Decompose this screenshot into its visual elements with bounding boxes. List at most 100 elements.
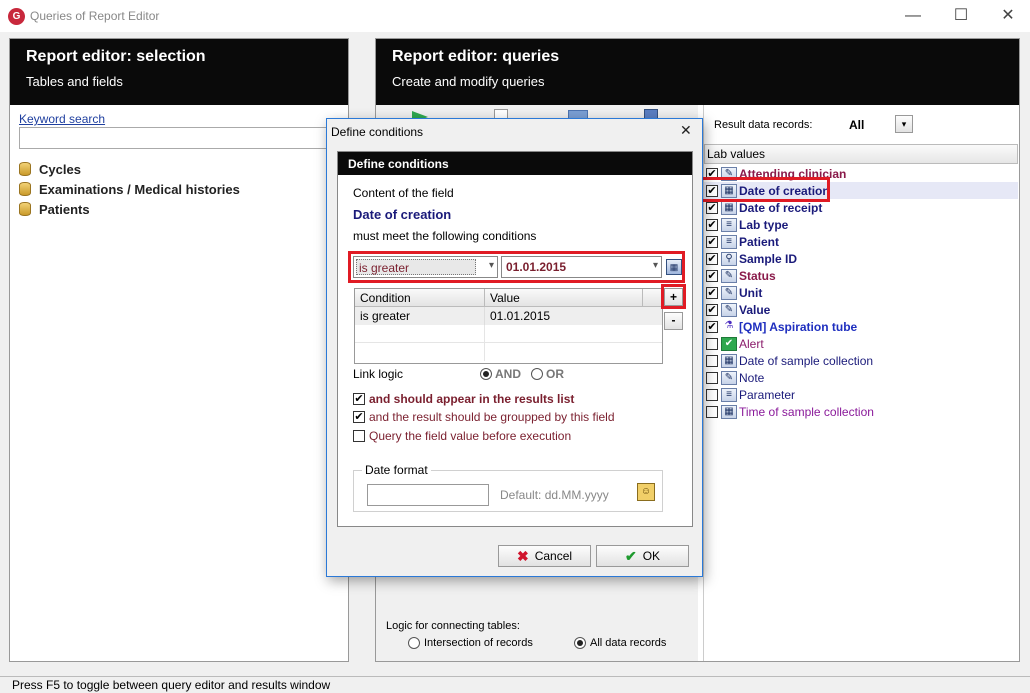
condition-grid: Condition Value is greater 01.01.2015 bbox=[354, 288, 663, 364]
dialog-content: Define conditions Content of the field D… bbox=[337, 151, 693, 527]
field-label: Date of sample collection bbox=[739, 353, 874, 368]
field-name: Date of creation bbox=[353, 207, 452, 222]
value-text: 01.01.2015 bbox=[506, 260, 567, 274]
field-row[interactable]: ▦ Date of sample collection bbox=[704, 352, 1018, 369]
field-row[interactable]: ▦ Time of sample collection bbox=[704, 403, 1018, 420]
operator-value: is greater bbox=[356, 259, 476, 275]
date-format-group: Date format Default: dd.MM.yyyy ☺ bbox=[353, 463, 663, 512]
field-checkbox[interactable] bbox=[706, 354, 718, 367]
maximize-icon[interactable]: ☐ bbox=[941, 5, 981, 27]
field-row[interactable]: ✔ ✎ Status bbox=[704, 267, 1018, 284]
format-picker-icon[interactable]: ☺ bbox=[637, 483, 655, 501]
remove-condition-button[interactable]: - bbox=[664, 312, 683, 330]
grouped-checkbox[interactable]: ✔ bbox=[353, 411, 365, 423]
tree-item-patients[interactable]: Patients bbox=[19, 199, 339, 219]
keyword-search-label[interactable]: Keyword search bbox=[19, 112, 105, 126]
tree-item-examinations[interactable]: Examinations / Medical histories bbox=[19, 179, 339, 199]
field-checkbox[interactable] bbox=[706, 337, 718, 350]
link-and-option[interactable]: AND bbox=[480, 367, 521, 381]
dialog-close-icon[interactable]: ✕ bbox=[680, 122, 692, 139]
field-checkbox[interactable]: ✔ bbox=[706, 252, 718, 265]
logic-connecting-label: Logic for connecting tables: bbox=[386, 620, 520, 632]
ok-check-icon: ✔ bbox=[624, 547, 637, 564]
grid-row[interactable]: is greater 01.01.2015 bbox=[355, 307, 662, 325]
field-checkbox[interactable]: ✔ bbox=[706, 218, 718, 231]
result-records-dropdown[interactable]: ▾ bbox=[895, 115, 913, 133]
date-format-input[interactable] bbox=[367, 484, 489, 506]
option-grouped[interactable]: ✔ and the result should be groupped by t… bbox=[353, 408, 615, 426]
field-checkbox[interactable]: ✔ bbox=[706, 269, 718, 282]
field-checkbox[interactable]: ✔ bbox=[706, 201, 718, 214]
field-checkbox[interactable] bbox=[706, 388, 718, 401]
field-label: Patient bbox=[739, 234, 780, 249]
minimize-icon[interactable]: — bbox=[893, 5, 933, 27]
field-checkbox[interactable]: ✔ bbox=[706, 303, 718, 316]
field-label: Date of receipt bbox=[739, 200, 823, 215]
database-icon bbox=[19, 182, 31, 196]
field-row[interactable]: ✎ Note bbox=[704, 369, 1018, 386]
field-checkbox[interactable] bbox=[706, 405, 718, 418]
grid-empty-row bbox=[355, 343, 662, 361]
must-meet-label: must meet the following conditions bbox=[353, 229, 537, 243]
queries-panel-title: Report editor: queries bbox=[392, 48, 560, 65]
field-row[interactable]: ✔ ⚗ [QM] Aspiration tube bbox=[704, 318, 1018, 335]
field-checkbox[interactable]: ✔ bbox=[706, 286, 718, 299]
field-checkbox[interactable]: ✔ bbox=[706, 235, 718, 248]
list-icon: ≡ bbox=[721, 387, 737, 402]
tree-item-label: Examinations / Medical histories bbox=[39, 181, 240, 197]
intersection-radio[interactable] bbox=[408, 637, 420, 649]
dialog-inner-title: Define conditions bbox=[338, 152, 692, 175]
grid-cell-condition: is greater bbox=[355, 307, 485, 325]
ok-button[interactable]: ✔ OK bbox=[596, 545, 689, 567]
logic-intersection-option[interactable]: Intersection of records bbox=[408, 637, 533, 649]
or-radio[interactable] bbox=[531, 368, 543, 380]
define-conditions-dialog: Define conditions ✕ Define conditions Co… bbox=[326, 118, 703, 577]
field-row[interactable]: ✔ Alert bbox=[704, 335, 1018, 352]
field-row[interactable]: ✔ ✎ Unit bbox=[704, 284, 1018, 301]
fields-group-header[interactable]: Lab values bbox=[704, 144, 1018, 164]
check-icon: ✔ bbox=[721, 336, 737, 351]
queries-panel-header: Report editor: queries Create and modify… bbox=[376, 39, 1019, 105]
list-icon: ≡ bbox=[721, 234, 737, 249]
cancel-button[interactable]: ✖ Cancel bbox=[498, 545, 591, 567]
field-checkbox[interactable] bbox=[706, 371, 718, 384]
logic-all-option[interactable]: All data records bbox=[574, 637, 666, 649]
results-label: and should appear in the results list bbox=[369, 392, 575, 406]
selection-panel-title: Report editor: selection bbox=[26, 48, 206, 65]
option-results-list[interactable]: ✔ and should appear in the results list bbox=[353, 390, 574, 408]
field-row[interactable]: ✔ ✎ Value bbox=[704, 301, 1018, 318]
operator-select[interactable]: is greater ▾ bbox=[353, 256, 498, 278]
status-bar: Press F5 to toggle between query editor … bbox=[0, 676, 1030, 693]
grid-header: Condition Value bbox=[355, 289, 662, 307]
result-records-value[interactable]: All bbox=[849, 118, 864, 132]
grid-header-condition: Condition bbox=[355, 289, 485, 306]
link-or-option[interactable]: OR bbox=[531, 367, 564, 381]
tree-item-label: Cycles bbox=[39, 161, 81, 177]
field-row[interactable]: ✔ ≡ Patient bbox=[704, 233, 1018, 250]
field-checkbox[interactable]: ✔ bbox=[706, 320, 718, 333]
field-list: ✔ ✎ Attending clinician ✔ ▦ Date of creation ✔… bbox=[704, 165, 1018, 420]
keyword-search-input[interactable] bbox=[19, 127, 349, 149]
field-row[interactable]: ✔ ⚲ Sample ID bbox=[704, 250, 1018, 267]
option-query-before[interactable]: Query the field value before execution bbox=[353, 427, 571, 445]
intersection-label: Intersection of records bbox=[424, 637, 533, 649]
calendar-icon: ▦ bbox=[721, 353, 737, 368]
chevron-down-icon: ▾ bbox=[488, 260, 494, 271]
flask-icon: ⚗ bbox=[721, 319, 737, 334]
query-before-checkbox[interactable] bbox=[353, 430, 365, 442]
close-window-icon[interactable]: ✕ bbox=[988, 5, 1028, 27]
all-records-radio[interactable] bbox=[574, 637, 586, 649]
field-row[interactable]: ✔ ≡ Lab type bbox=[704, 216, 1018, 233]
chevron-down-icon: ▾ bbox=[901, 119, 907, 129]
field-label: Alert bbox=[739, 336, 764, 351]
grid-empty-row bbox=[355, 325, 662, 343]
tree-item-cycles[interactable]: Cycles bbox=[19, 159, 339, 179]
calendar-icon[interactable]: ▦ bbox=[666, 259, 682, 275]
value-input[interactable]: 01.01.2015 ▾ bbox=[501, 256, 662, 278]
field-row[interactable]: ≡ Parameter bbox=[704, 386, 1018, 403]
link-logic-label: Link logic bbox=[353, 367, 404, 381]
add-condition-button[interactable]: + bbox=[664, 288, 683, 306]
and-radio[interactable] bbox=[480, 368, 492, 380]
query-before-label: Query the field value before execution bbox=[369, 429, 572, 443]
results-checkbox[interactable]: ✔ bbox=[353, 393, 365, 405]
